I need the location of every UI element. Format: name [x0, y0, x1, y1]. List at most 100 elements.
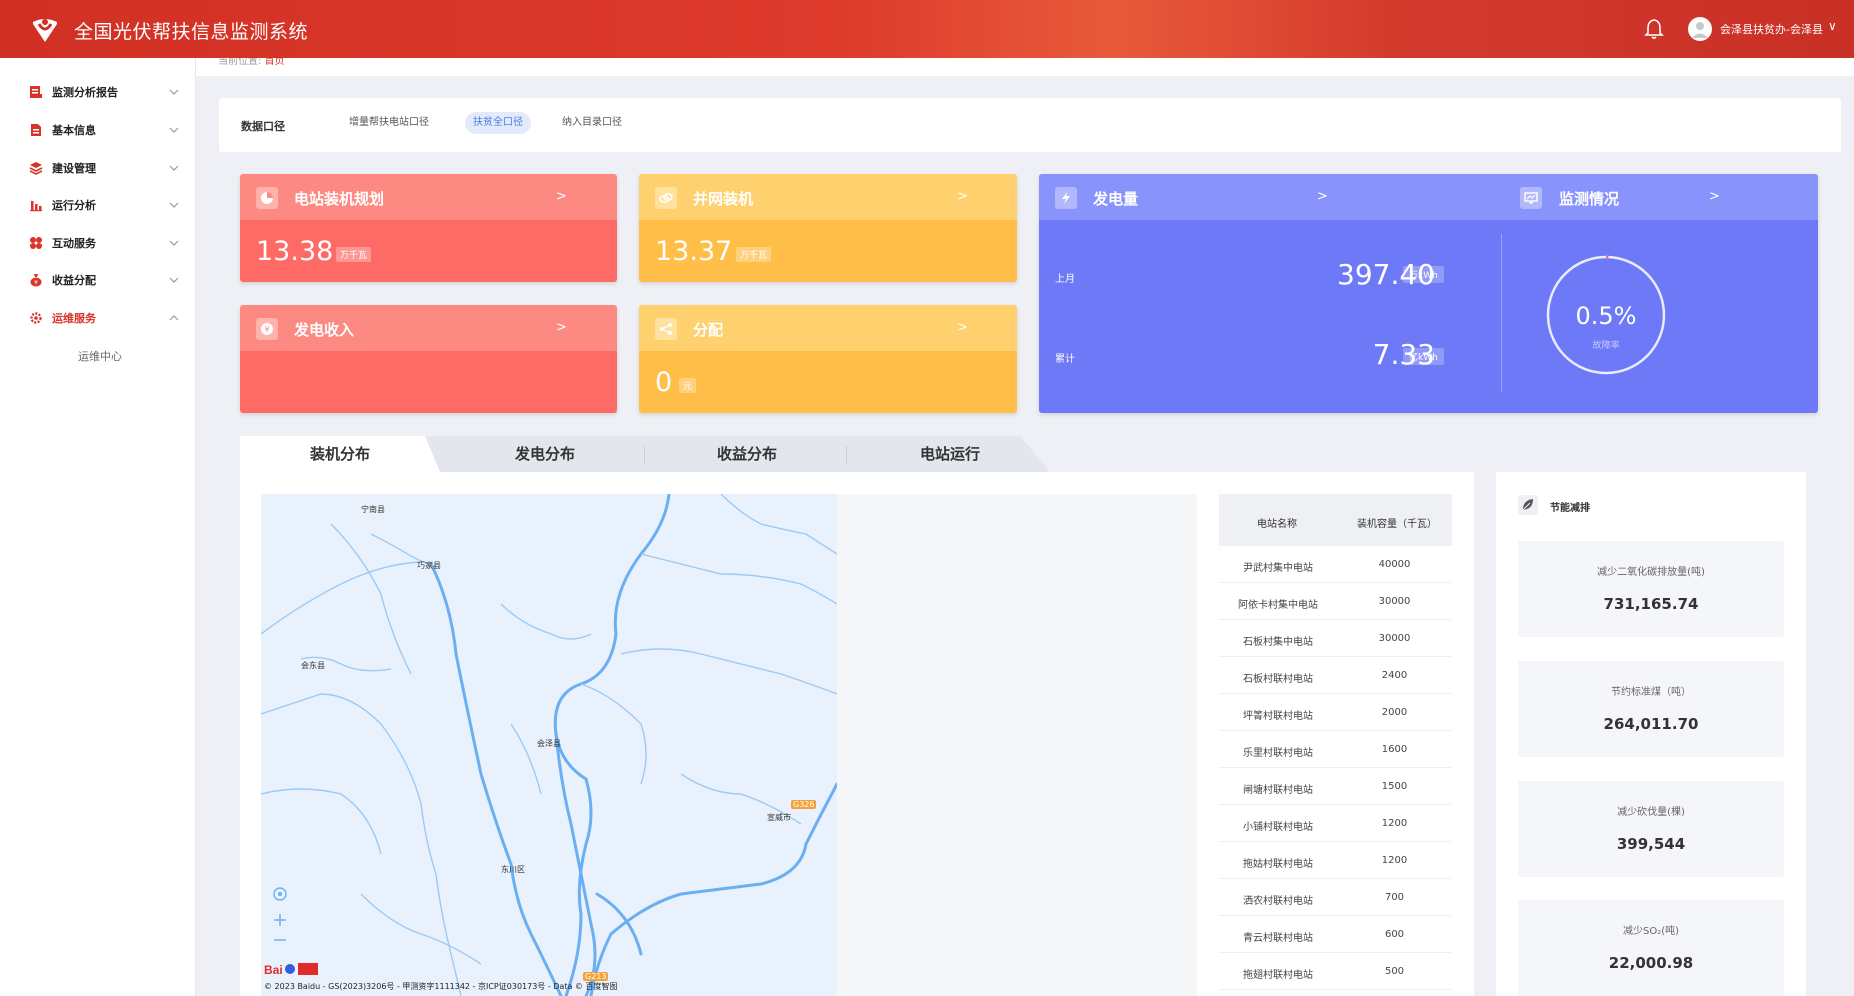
eco-stat-label: 减少砍伐量(棵) [1617, 807, 1685, 818]
sidebar-item-analysis[interactable]: 运行分析 [0, 187, 196, 223]
station-capacity: 1200 [1381, 818, 1408, 829]
data-scope-filter: 数据口径 增量帮扶电站口径 扶贫全口径 纳入目录口径 [219, 98, 1841, 152]
card-value: 0 [655, 367, 673, 398]
station-capacity: 40000 [1378, 559, 1411, 570]
road-badge: G326 [791, 800, 817, 809]
station-name: 拖姑村联村电站 [1243, 859, 1313, 870]
eco-stat-value: 22,000.98 [1608, 954, 1694, 972]
monitor-arrow[interactable]: > [1709, 189, 1720, 204]
table-row[interactable]: 小铺村联村电站 1200 [1219, 805, 1452, 842]
tab-income-distribution[interactable]: 收益分布 [647, 436, 847, 472]
bell-icon[interactable] [1644, 18, 1664, 40]
sidebar-item-income-distribution[interactable]: ¥ 收益分配 [0, 262, 196, 298]
user-icon [1692, 22, 1708, 38]
sidebar-item-label: 建设管理 [52, 162, 96, 175]
station-capacity: 700 [1384, 892, 1405, 903]
station-capacity: 30000 [1378, 596, 1411, 607]
card-distribution[interactable]: 分配 > 0 元 [639, 305, 1017, 413]
station-name: 小铺村联村电站 [1243, 822, 1313, 833]
filter-option-poverty-all[interactable]: 扶贫全口径 [465, 112, 531, 134]
sidebar-subitem-ops-center[interactable]: 运维中心 [78, 348, 122, 364]
table-row[interactable]: 石板村集中电站 30000 [1219, 620, 1452, 657]
svg-text:¥: ¥ [34, 280, 38, 287]
map-canvas[interactable]: 宁南县 巧家县 会东县 会泽县 东川区 宣威市 G326 G213 [261, 494, 837, 996]
station-name: 坪箐村联村电站 [1243, 711, 1313, 722]
table-row[interactable]: 石板村联村电站 2400 [1219, 657, 1452, 694]
station-name: 石板村联村电站 [1243, 674, 1313, 685]
card-arrow[interactable]: > [957, 320, 968, 335]
eco-stat-so2: 减少SO₂(吨) 22,000.98 [1518, 900, 1784, 996]
breadcrumb-strip: 当前位置: 首页 [196, 58, 1854, 76]
column-header-name: 电站名称 [1257, 519, 1297, 530]
table-row[interactable]: 洒农村联村电站 700 [1219, 879, 1452, 916]
breadcrumb-current[interactable]: 首页 [265, 58, 285, 67]
table-row[interactable]: 拖姑村联村电站 1200 [1219, 842, 1452, 879]
filter-option-incremental[interactable]: 增量帮扶电站口径 [341, 112, 437, 134]
monitor-title[interactable]: 监测情况 [1559, 188, 1619, 209]
last-month-unit: 万kWh [1403, 266, 1444, 283]
card-plan-capacity[interactable]: 电站装机规划 > 13.38 万千瓦 [240, 174, 617, 282]
svg-text:Bai: Bai [264, 963, 283, 977]
layers-icon [28, 160, 44, 176]
station-name: 石板村集中电站 [1243, 637, 1313, 648]
eco-stat-label: 减少二氧化碳排放量(吨) [1597, 567, 1705, 578]
table-row[interactable]: 拖翅村联村电站 500 [1219, 953, 1452, 990]
sidebar-item-label: 运维服务 [52, 312, 96, 325]
chevron-down-icon[interactable]: ∨ [1828, 19, 1837, 33]
sidebar-item-label: 互动服务 [52, 237, 96, 250]
grid-icon [28, 235, 44, 251]
generation-arrow[interactable]: > [1317, 189, 1328, 204]
sidebar-item-interaction[interactable]: 互动服务 [0, 225, 196, 261]
card-unit: 万千瓦 [336, 247, 372, 262]
generation-title[interactable]: 发电量 [1093, 188, 1138, 209]
zoom-out-icon[interactable] [272, 932, 288, 948]
table-row[interactable]: 尹武村集中电站 40000 [1219, 546, 1452, 583]
sidebar-item-report[interactable]: 监测分析报告 [0, 74, 196, 110]
user-name[interactable]: 会泽县扶贫办-会泽县 [1720, 21, 1823, 37]
table-row[interactable]: 闸塘村联村电站 1500 [1219, 768, 1452, 805]
sidebar-item-basic-info[interactable]: 基本信息 [0, 112, 196, 148]
eco-stat-value: 264,011.70 [1603, 715, 1699, 733]
card-power-income[interactable]: ¥ 发电收入 > [240, 305, 617, 413]
total-label: 累计 [1055, 354, 1075, 365]
card-grid-capacity[interactable]: 并网装机 > 13.37 万千瓦 [639, 174, 1017, 282]
sidebar-item-maintenance[interactable]: 运维服务 [0, 300, 196, 336]
svg-text:¥: ¥ [264, 325, 269, 334]
chevron-down-icon [169, 202, 179, 208]
table-row[interactable]: 乐里村联村电站 1600 [1219, 731, 1452, 768]
gear-icon [28, 310, 44, 326]
card-arrow[interactable]: > [556, 189, 567, 204]
fault-rate-label: 故障率 [1592, 341, 1620, 351]
station-capacity: 1600 [1381, 744, 1408, 755]
card-arrow[interactable]: > [957, 189, 968, 204]
locate-icon[interactable] [272, 886, 288, 902]
filter-option-catalog[interactable]: 纳入目录口径 [554, 112, 630, 134]
document-icon [28, 122, 44, 138]
tab-generation-distribution[interactable]: 发电分布 [445, 436, 645, 472]
zoom-in-icon[interactable] [272, 912, 288, 928]
divider [1501, 234, 1502, 392]
chevron-up-icon [169, 315, 179, 321]
map-place-label: 巧家县 [417, 561, 441, 570]
eco-stat-value: 731,165.74 [1603, 595, 1699, 613]
avatar[interactable] [1688, 17, 1712, 41]
card-generation-monitoring: 发电量 > 监测情况 > 上月 397.40 万kWh 累计 7.33 亿kWh… [1039, 174, 1818, 413]
baidu-map-logo: Bai [264, 963, 318, 977]
station-name: 阿依卡村集中电站 [1238, 600, 1318, 611]
tab-station-operation[interactable]: 电站运行 [850, 436, 1050, 472]
bar-chart-icon [28, 197, 44, 213]
pie-chart-icon [256, 187, 278, 209]
map-place-label: 宣威市 [767, 813, 791, 822]
tab-capacity-distribution[interactable]: 装机分布 [240, 436, 440, 472]
table-row[interactable]: 阿依卡村集中电站 30000 [1219, 583, 1452, 620]
eco-stat-co2: 减少二氧化碳排放量(吨) 731,165.74 [1518, 541, 1784, 637]
eco-stat-value: 399,544 [1616, 835, 1686, 853]
chevron-down-icon [169, 277, 179, 283]
map-place-label: 宁南县 [361, 505, 385, 514]
card-arrow[interactable]: > [556, 320, 567, 335]
column-header-capacity: 装机容量（千瓦） [1357, 519, 1437, 530]
table-row[interactable]: 青云村联村电站 600 [1219, 916, 1452, 953]
sidebar-item-construction[interactable]: 建设管理 [0, 150, 196, 186]
chevron-down-icon [169, 127, 179, 133]
table-row[interactable]: 坪箐村联村电站 2000 [1219, 694, 1452, 731]
